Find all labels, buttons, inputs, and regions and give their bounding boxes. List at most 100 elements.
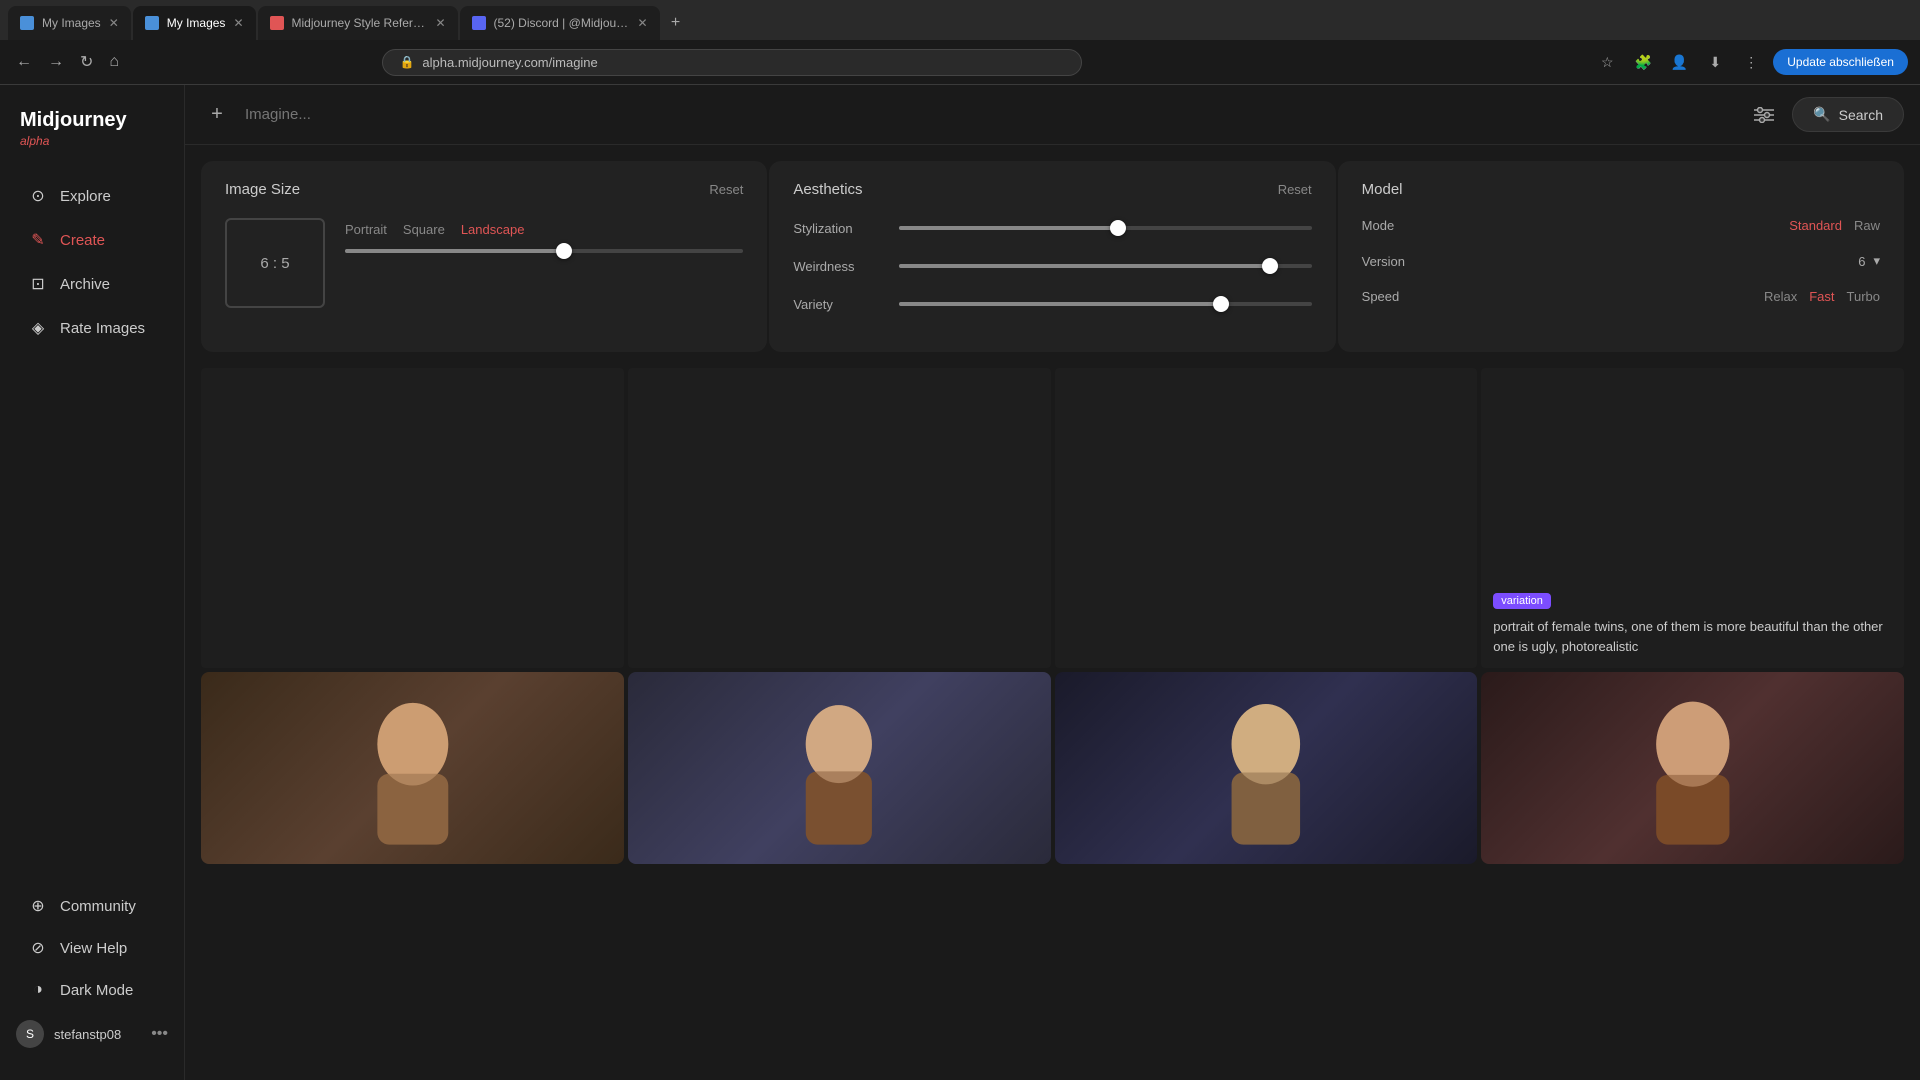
- menu-icon[interactable]: ⋮: [1737, 48, 1765, 76]
- speed-relax[interactable]: Relax: [1764, 289, 1797, 304]
- tab-favicon-4: [472, 16, 486, 30]
- aesthetics-panel: Aesthetics Reset Stylization Weirdness: [769, 161, 1335, 352]
- speed-turbo[interactable]: Turbo: [1847, 289, 1880, 304]
- tab-close-1[interactable]: ✕: [109, 16, 119, 30]
- tab-midjourney-style[interactable]: Midjourney Style Reference ✕: [258, 6, 458, 40]
- add-button[interactable]: +: [201, 99, 233, 131]
- tab-favicon-2: [145, 16, 159, 30]
- bookmark-icon[interactable]: ☆: [1593, 48, 1621, 76]
- speed-fast[interactable]: Fast: [1809, 289, 1834, 304]
- tab-my-images-1[interactable]: My Images ✕: [8, 6, 131, 40]
- sidebar-item-archive[interactable]: ⊡ Archive: [8, 264, 176, 304]
- size-options: 6 : 5 Portrait Square Landscape: [225, 218, 743, 308]
- stylization-thumb[interactable]: [1110, 220, 1126, 236]
- profile-icon[interactable]: 👤: [1665, 48, 1693, 76]
- variety-thumb[interactable]: [1213, 296, 1229, 312]
- new-tab-button[interactable]: +: [662, 9, 690, 37]
- aesthetics-reset[interactable]: Reset: [1278, 182, 1312, 197]
- sidebar-item-viewhelp[interactable]: ⊘ View Help: [8, 928, 176, 968]
- app-container: Midjourney alpha ⊙ Explore ✎ Create ⊡ Ar…: [0, 85, 1920, 1080]
- variety-label: Variety: [793, 297, 883, 312]
- sidebar-item-label-darkmode: Dark Mode: [60, 982, 133, 999]
- extensions-icon[interactable]: 🧩: [1629, 48, 1657, 76]
- tab-label-1: My Images: [42, 16, 101, 30]
- tab-close-3[interactable]: ✕: [435, 16, 445, 30]
- speed-label: Speed: [1362, 289, 1400, 304]
- tab-favicon-1: [20, 16, 34, 30]
- tab-close-2[interactable]: ✕: [233, 16, 243, 30]
- forward-button[interactable]: →: [44, 49, 68, 75]
- portrait-button[interactable]: Portrait: [345, 222, 387, 237]
- sidebar-item-label-create: Create: [60, 232, 105, 249]
- search-label: Search: [1839, 107, 1883, 123]
- sidebar-item-community[interactable]: ⊕ Community: [8, 886, 176, 926]
- sidebar-item-label-community: Community: [60, 898, 136, 915]
- update-button[interactable]: Update abschließen: [1773, 49, 1908, 75]
- mode-row: Mode Standard Raw: [1362, 218, 1880, 233]
- tab-close-4[interactable]: ✕: [637, 16, 647, 30]
- square-button[interactable]: Square: [403, 222, 445, 237]
- weirdness-thumb[interactable]: [1262, 258, 1278, 274]
- face-cell-3: [1055, 672, 1478, 864]
- grid-cell-1: [201, 368, 624, 668]
- stylization-row: Stylization: [793, 218, 1311, 238]
- back-button[interactable]: ←: [12, 49, 36, 75]
- image-size-title: Image Size: [225, 181, 300, 198]
- size-controls: Portrait Square Landscape: [345, 218, 743, 253]
- image-size-reset[interactable]: Reset: [709, 182, 743, 197]
- caption-text: portrait of female twins, one of them is…: [1493, 617, 1892, 656]
- top-bar: + 🔍 Search: [185, 85, 1920, 145]
- aesthetics-title: Aesthetics: [793, 181, 862, 198]
- version-value: 6: [1858, 254, 1865, 269]
- aspect-ratio-label: 6 : 5: [260, 255, 289, 272]
- logo-alpha: alpha: [20, 134, 49, 148]
- download-icon[interactable]: ⬇: [1701, 48, 1729, 76]
- rate-icon: ◈: [28, 318, 48, 338]
- sidebar-item-explore[interactable]: ⊙ Explore: [8, 176, 176, 216]
- imagine-input[interactable]: [245, 106, 1736, 123]
- mode-raw[interactable]: Raw: [1854, 218, 1880, 233]
- main-content: + 🔍 Search Imag: [185, 85, 1920, 1080]
- face-cell-4: [1481, 672, 1904, 864]
- model-header: Model: [1362, 181, 1880, 198]
- image-size-panel: Image Size Reset 6 : 5 Portrait Square L…: [201, 161, 767, 352]
- url-text: alpha.midjourney.com/imagine: [422, 55, 597, 70]
- size-slider[interactable]: [345, 249, 743, 253]
- stylization-slider[interactable]: [899, 218, 1311, 238]
- mode-standard[interactable]: Standard: [1789, 218, 1842, 233]
- sidebar-item-darkmode[interactable]: ◑ Dark Mode: [8, 970, 176, 1010]
- tab-my-images-2[interactable]: My Images ✕: [133, 6, 256, 40]
- user-row[interactable]: S stefanstp08 •••: [0, 1012, 184, 1056]
- user-more-icon[interactable]: •••: [151, 1025, 168, 1043]
- grid-cell-3: [1055, 368, 1478, 668]
- sidebar-item-label-viewhelp: View Help: [60, 940, 127, 957]
- url-bar[interactable]: 🔒 alpha.midjourney.com/imagine: [382, 49, 1082, 76]
- browser-actions: ☆ 🧩 👤 ⬇ ⋮ Update abschließen: [1593, 48, 1908, 76]
- landscape-button[interactable]: Landscape: [461, 222, 525, 237]
- home-button[interactable]: ⌂: [105, 49, 123, 75]
- version-select[interactable]: 6 ▾: [1858, 253, 1880, 269]
- logo-text: Midjourney: [20, 109, 164, 132]
- search-button[interactable]: 🔍 Search: [1792, 97, 1904, 132]
- face-cell-2: [628, 672, 1051, 864]
- archive-icon: ⊡: [28, 274, 48, 294]
- sidebar-item-create[interactable]: ✎ Create: [8, 220, 176, 260]
- avatar: S: [16, 1020, 44, 1048]
- stylization-label: Stylization: [793, 221, 883, 236]
- chevron-down-icon: ▾: [1873, 253, 1880, 269]
- community-icon: ⊕: [28, 896, 48, 916]
- search-icon: 🔍: [1813, 106, 1830, 123]
- speed-options: Relax Fast Turbo: [1764, 289, 1880, 304]
- sidebar-item-rate[interactable]: ◈ Rate Images: [8, 308, 176, 348]
- weirdness-slider[interactable]: [899, 256, 1311, 276]
- variety-slider[interactable]: [899, 294, 1311, 314]
- tab-label-4: (52) Discord | @Midjourney Bot: [494, 16, 630, 30]
- logo[interactable]: Midjourney alpha: [0, 101, 184, 174]
- size-slider-thumb[interactable]: [556, 243, 572, 259]
- tab-discord[interactable]: (52) Discord | @Midjourney Bot ✕: [460, 6, 660, 40]
- variety-row: Variety: [793, 294, 1311, 314]
- create-icon: ✎: [28, 230, 48, 250]
- sidebar: Midjourney alpha ⊙ Explore ✎ Create ⊡ Ar…: [0, 85, 185, 1080]
- reload-button[interactable]: ↻: [76, 48, 97, 76]
- filter-button[interactable]: [1748, 99, 1780, 131]
